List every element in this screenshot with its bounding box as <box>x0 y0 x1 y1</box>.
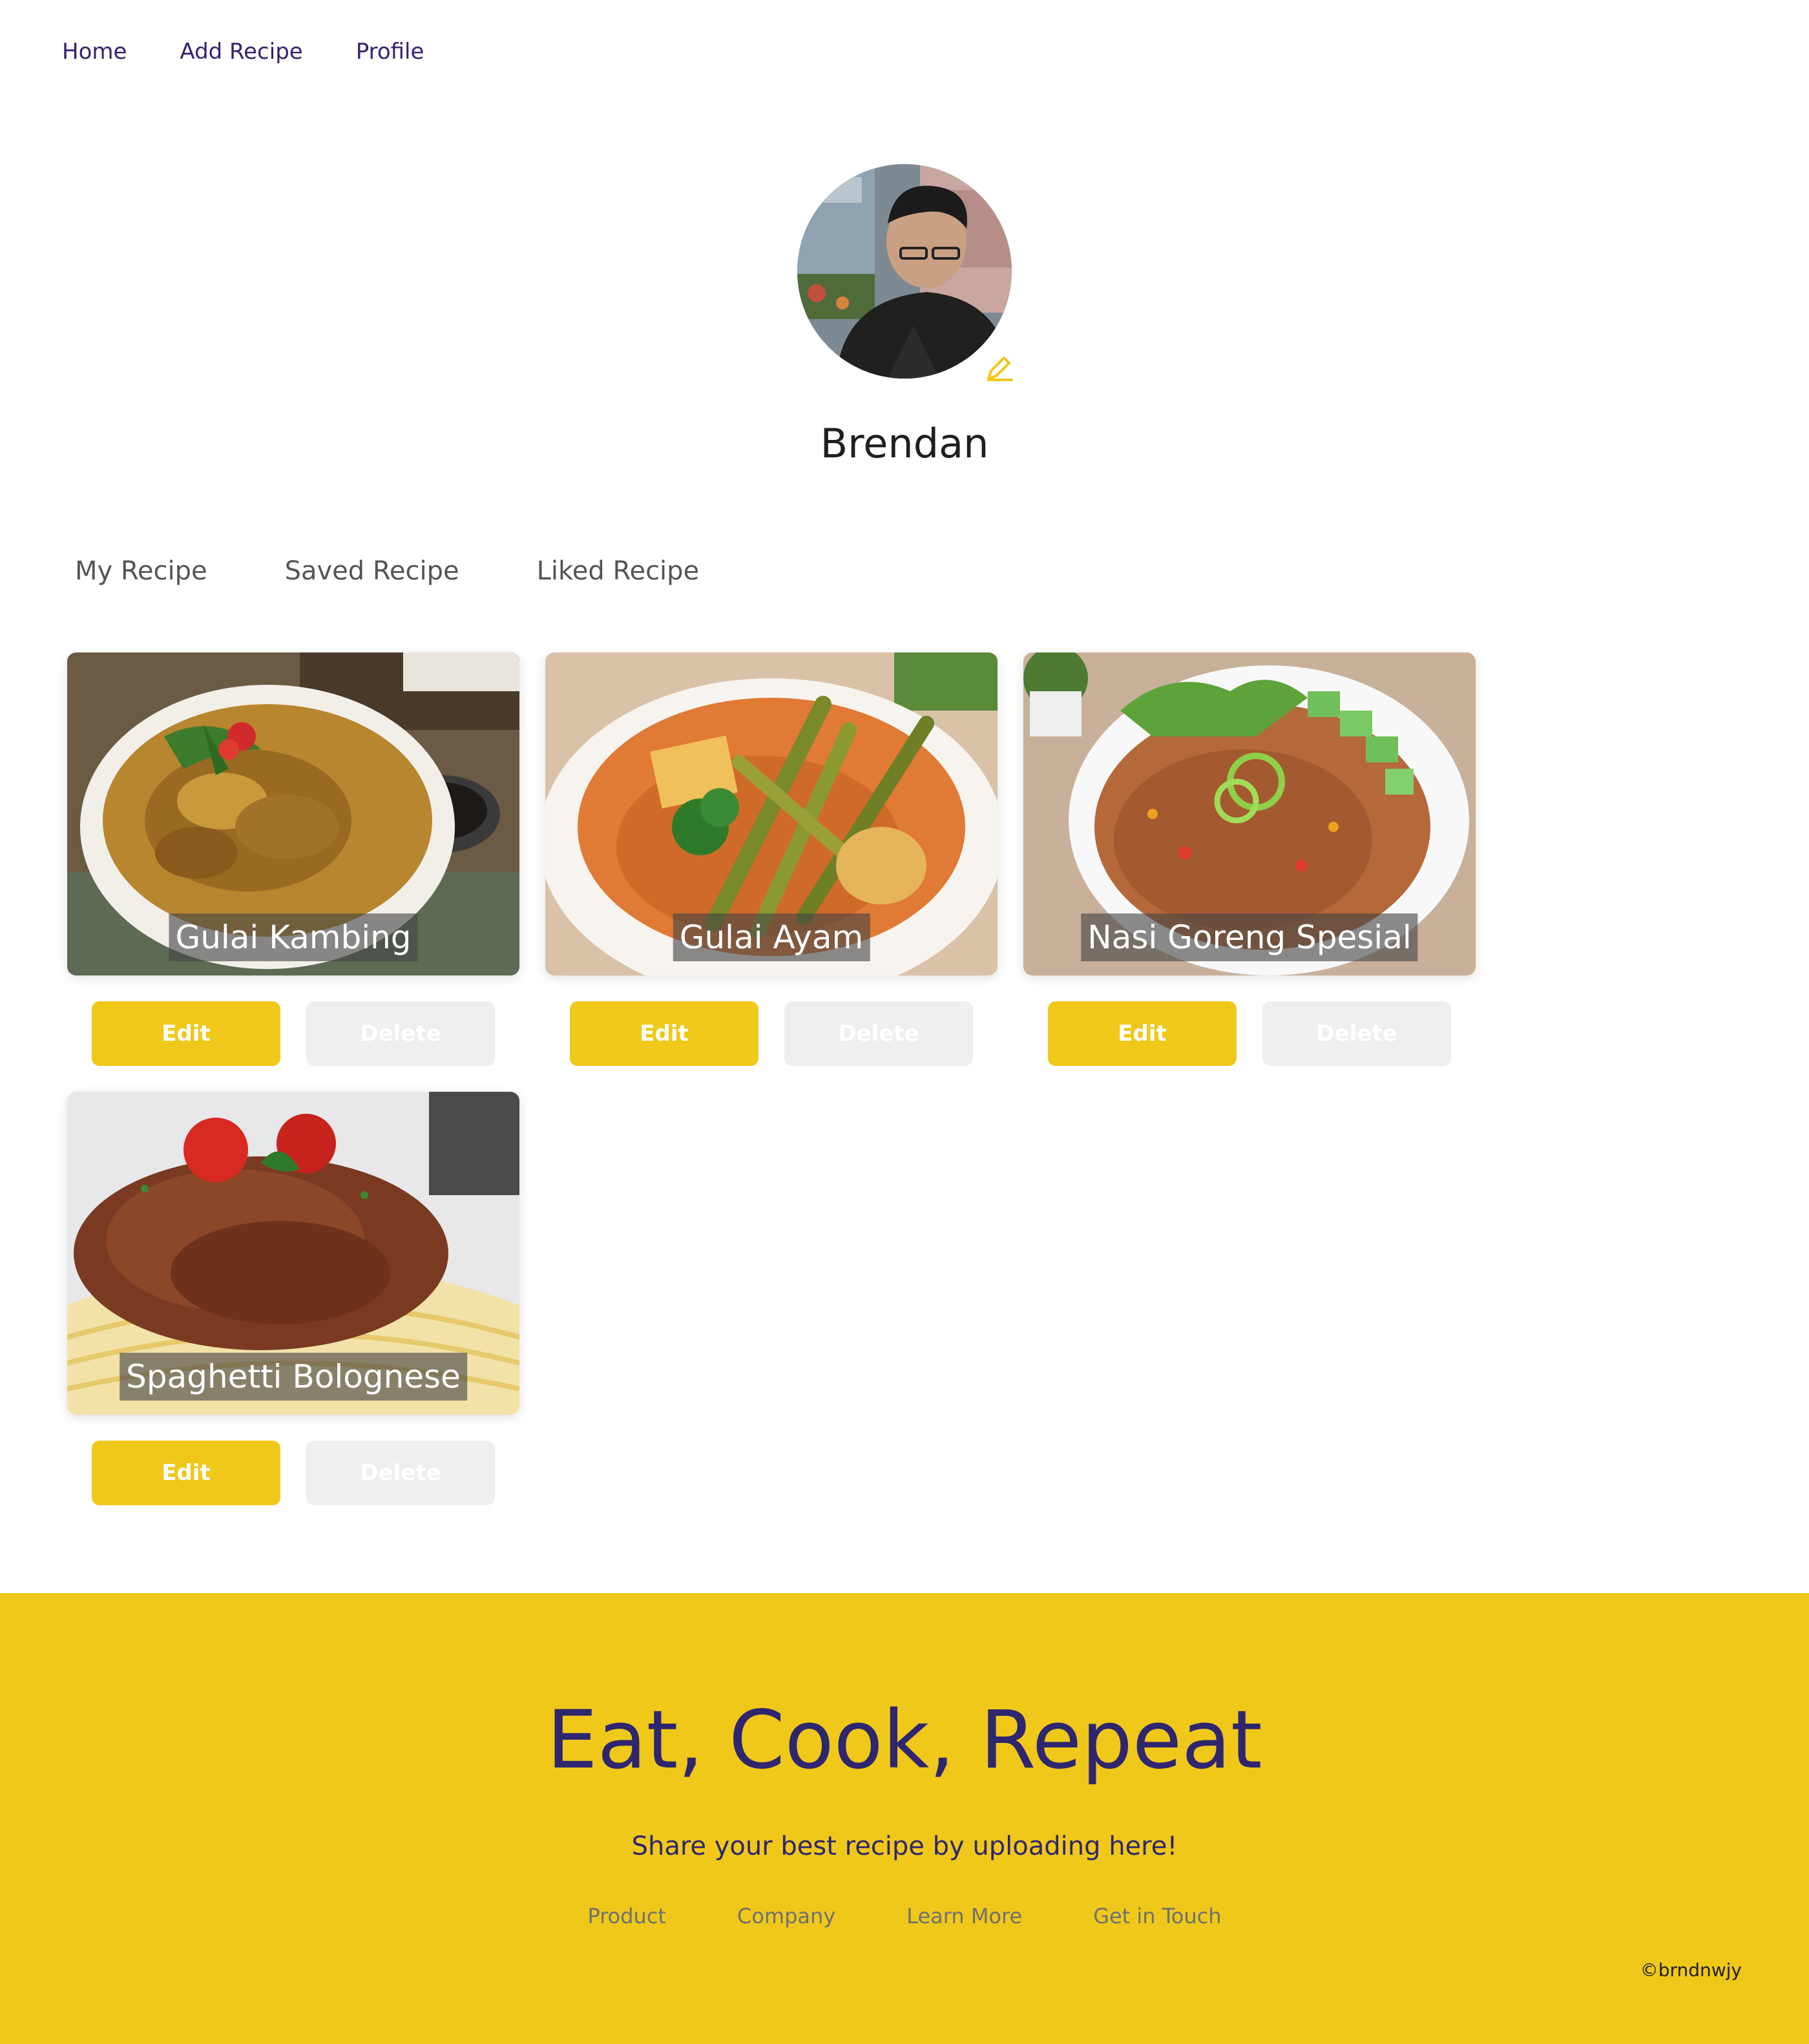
recipe-actions: Edit Delete <box>92 1441 495 1505</box>
recipe-image[interactable]: Spaghetti Bolognese <box>67 1092 519 1415</box>
copyright-text: ©brndnwjy <box>1640 1959 1742 1981</box>
edit-button[interactable]: Edit <box>92 1001 280 1066</box>
footer-subtitle: Share your best recipe by uploading here… <box>631 1831 1178 1861</box>
top-nav: Home Add Recipe Profile <box>62 36 424 67</box>
edit-button[interactable]: Edit <box>92 1441 280 1505</box>
delete-button[interactable]: Delete <box>784 1001 973 1066</box>
recipe-card: Nasi Goreng Spesial Edit Delete <box>1023 652 1476 1066</box>
recipe-title: Gulai Kambing <box>169 913 418 961</box>
footer: Eat, Cook, Repeat Share your best recipe… <box>0 1593 1809 2044</box>
recipe-title: Spaghetti Bolognese <box>120 1353 467 1401</box>
recipe-image[interactable]: Nasi Goreng Spesial <box>1023 652 1476 975</box>
tab-saved-recipe[interactable]: Saved Recipe <box>285 553 459 589</box>
delete-button[interactable]: Delete <box>306 1441 495 1505</box>
recipe-title: Gulai Ayam <box>673 913 870 961</box>
pencil-icon[interactable] <box>983 353 1014 384</box>
recipe-actions: Edit Delete <box>92 1001 495 1066</box>
recipe-image[interactable]: Gulai Kambing <box>67 652 519 975</box>
nav-add-recipe-link[interactable]: Add Recipe <box>180 36 302 67</box>
footer-link-product[interactable]: Product <box>587 1902 666 1930</box>
recipe-actions: Edit Delete <box>570 1001 973 1066</box>
recipe-tabs: My Recipe Saved Recipe Liked Recipe <box>75 553 699 589</box>
recipe-card: Gulai Ayam Edit Delete <box>545 652 998 1066</box>
footer-title: Eat, Cook, Repeat <box>547 1694 1262 1787</box>
footer-link-get-in-touch[interactable]: Get in Touch <box>1093 1902 1221 1930</box>
footer-links: Product Company Learn More Get in Touch <box>0 1902 1809 1930</box>
recipe-actions: Edit Delete <box>1048 1001 1451 1066</box>
recipe-title: Nasi Goreng Spesial <box>1081 913 1418 961</box>
nav-home-link[interactable]: Home <box>62 36 127 67</box>
recipe-image[interactable]: Gulai Ayam <box>545 652 998 975</box>
avatar <box>797 164 1012 379</box>
nav-profile-link[interactable]: Profile <box>356 36 424 67</box>
delete-button[interactable]: Delete <box>306 1001 495 1066</box>
tab-my-recipe[interactable]: My Recipe <box>75 553 207 589</box>
edit-button[interactable]: Edit <box>1048 1001 1237 1066</box>
edit-button[interactable]: Edit <box>570 1001 758 1066</box>
recipe-card: Spaghetti Bolognese Edit Delete <box>67 1092 519 1505</box>
recipe-card: Gulai Kambing Edit Delete <box>67 652 519 1066</box>
profile-username: Brendan <box>820 420 989 467</box>
footer-link-learn-more[interactable]: Learn More <box>906 1902 1022 1930</box>
delete-button[interactable]: Delete <box>1262 1001 1451 1066</box>
tab-liked-recipe[interactable]: Liked Recipe <box>537 553 700 589</box>
footer-link-company[interactable]: Company <box>737 1902 835 1930</box>
